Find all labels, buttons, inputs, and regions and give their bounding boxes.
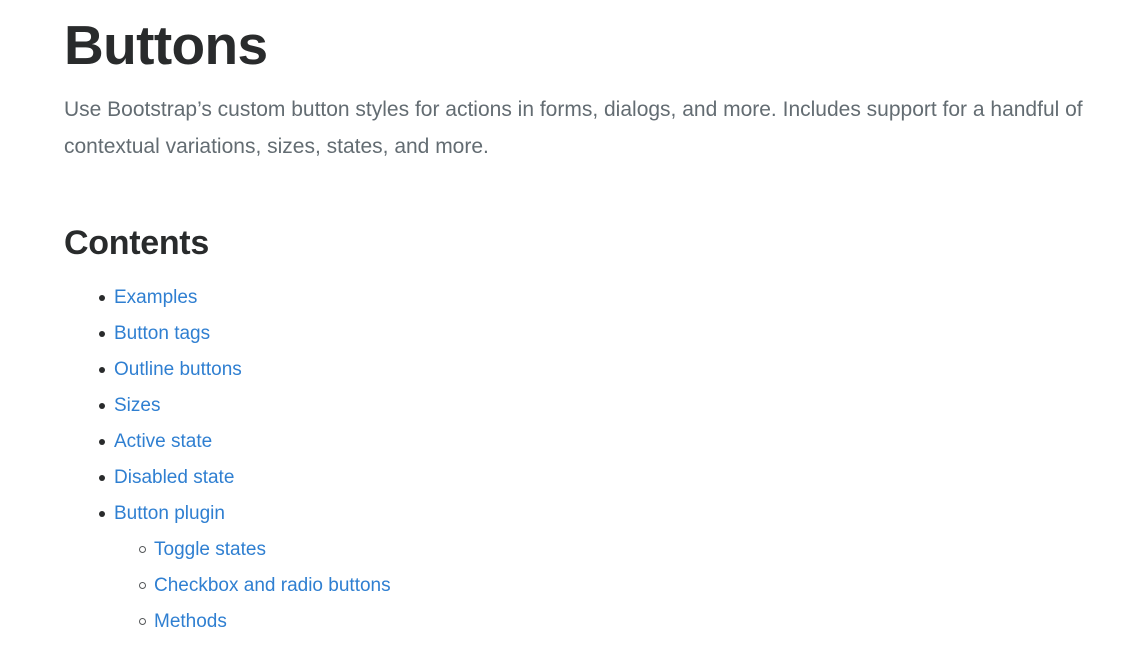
bullet-circle-icon: [139, 546, 146, 554]
bullet-disc-icon: [99, 331, 105, 338]
page-title: Buttons: [64, 14, 268, 76]
list-item: Sizes: [64, 388, 1095, 424]
list-item: Disabled state: [64, 460, 1095, 496]
toc-link-button-tags[interactable]: Button tags: [114, 323, 210, 344]
toc-link-sizes[interactable]: Sizes: [114, 395, 160, 416]
documentation-page: Buttons Use Bootstrap’s custom button st…: [0, 0, 1135, 640]
toc-link-outline-buttons[interactable]: Outline buttons: [114, 359, 242, 380]
list-item: Methods: [64, 604, 1095, 640]
contents-heading: Contents: [64, 224, 209, 263]
table-of-contents-sublist: Toggle states Checkbox and radio buttons…: [64, 532, 1095, 640]
list-item: Toggle states: [64, 532, 1095, 568]
bullet-circle-icon: [139, 582, 146, 590]
list-item: Button plugin: [64, 496, 1095, 532]
list-item: Checkbox and radio buttons: [64, 568, 1095, 604]
bullet-disc-icon: [99, 511, 105, 518]
bullet-circle-icon: [139, 618, 146, 626]
bullet-disc-icon: [99, 439, 105, 446]
list-item: Button tags: [64, 316, 1095, 352]
list-item: Examples: [64, 280, 1095, 316]
toc-link-active-state[interactable]: Active state: [114, 431, 212, 452]
toc-link-disabled-state[interactable]: Disabled state: [114, 467, 234, 488]
list-item: Outline buttons: [64, 352, 1095, 388]
bullet-disc-icon: [99, 295, 105, 302]
toc-link-button-plugin[interactable]: Button plugin: [114, 503, 225, 524]
toc-link-toggle-states[interactable]: Toggle states: [154, 539, 266, 560]
page-lead-paragraph: Use Bootstrap’s custom button styles for…: [64, 98, 1083, 159]
bullet-disc-icon: [99, 367, 105, 374]
toc-link-checkbox-and-radio-buttons[interactable]: Checkbox and radio buttons: [154, 575, 391, 596]
table-of-contents: Examples Button tags Outline buttons Siz…: [64, 280, 1095, 640]
bullet-disc-icon: [99, 475, 105, 482]
bullet-disc-icon: [99, 403, 105, 410]
list-item: Active state: [64, 424, 1095, 460]
toc-link-examples[interactable]: Examples: [114, 287, 197, 308]
toc-link-methods[interactable]: Methods: [154, 611, 227, 632]
